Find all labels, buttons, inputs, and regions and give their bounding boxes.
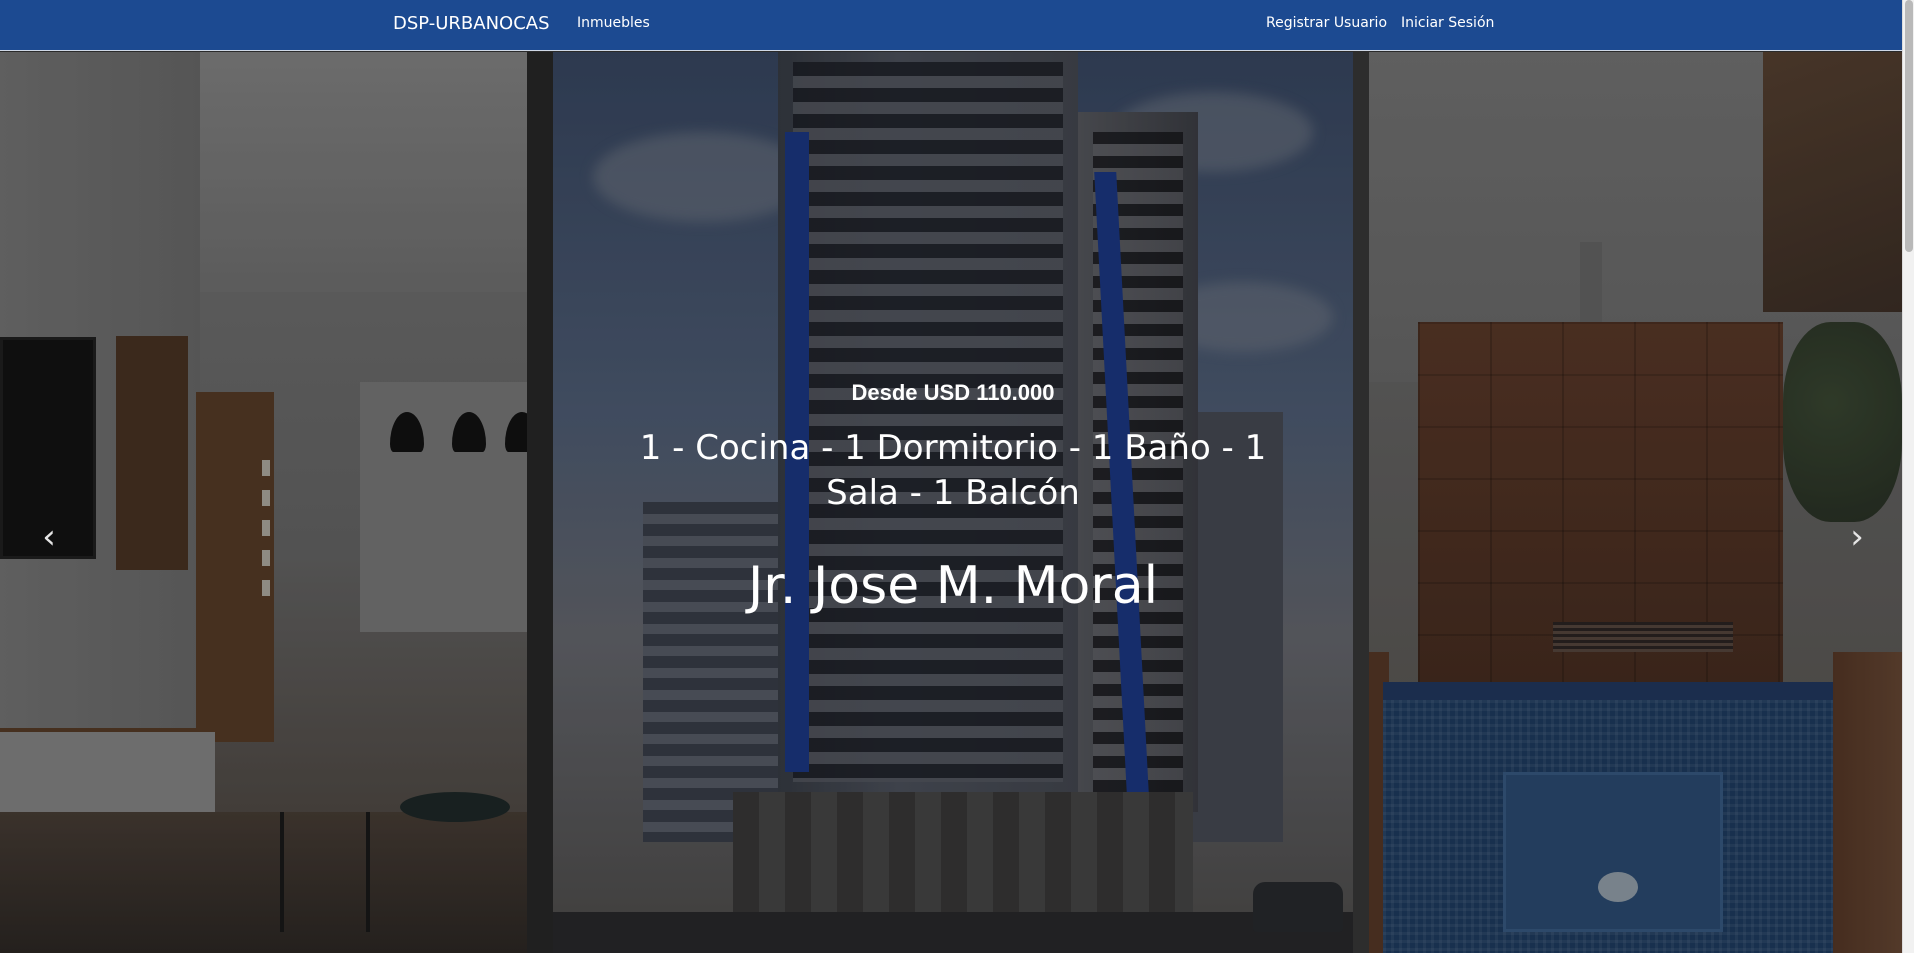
pool-light xyxy=(1598,872,1638,902)
navbar-container: DSP-URBANOCAS Inmuebles Registrar Usuari… xyxy=(0,0,1902,50)
address-title: Jr. Jose M. Moral xyxy=(747,556,1159,616)
brand-link[interactable]: DSP-URBANOCAS xyxy=(393,13,550,34)
nav-link-register[interactable]: Registrar Usuario xyxy=(1266,15,1387,31)
price-text: Desde USD 110.000 xyxy=(851,380,1055,405)
carousel-next-button[interactable]: › xyxy=(1842,520,1872,554)
slide-image-pool xyxy=(1353,52,1902,953)
butterfly-chair xyxy=(280,812,370,932)
wood-shelf xyxy=(116,336,188,570)
slide-image-living-room xyxy=(0,52,527,953)
chevron-left-icon: ‹ xyxy=(42,517,56,557)
nav-link-inmuebles[interactable]: Inmuebles xyxy=(577,15,650,31)
kitchen-area xyxy=(360,382,527,632)
street xyxy=(553,912,1353,953)
wood-deck xyxy=(1833,652,1902,953)
carousel-caption: Desde USD 110.000 1 - Cocina - 1 Dormito… xyxy=(553,380,1353,616)
parked-car xyxy=(1253,882,1343,932)
wall-vents xyxy=(1553,622,1733,652)
pergola-roof xyxy=(1763,52,1902,312)
top-navbar: DSP-URBANOCAS Inmuebles Registrar Usuari… xyxy=(0,0,1902,51)
dining-table xyxy=(400,792,510,822)
pool-step xyxy=(1503,772,1723,932)
scrollbar-thumb[interactable] xyxy=(1905,0,1913,252)
plant xyxy=(1783,322,1902,522)
features-text: 1 - Cocina - 1 Dormitorio - 1 Baño - 1 S… xyxy=(639,428,1267,513)
door-windows xyxy=(262,460,270,610)
chevron-right-icon: › xyxy=(1850,517,1864,557)
slide-gap xyxy=(1353,52,1369,953)
carousel-prev-button[interactable]: ‹ xyxy=(34,520,64,554)
nav-link-login[interactable]: Iniciar Sesión xyxy=(1401,15,1494,31)
floor xyxy=(0,812,527,953)
page-scrollbar[interactable] xyxy=(1902,0,1914,953)
